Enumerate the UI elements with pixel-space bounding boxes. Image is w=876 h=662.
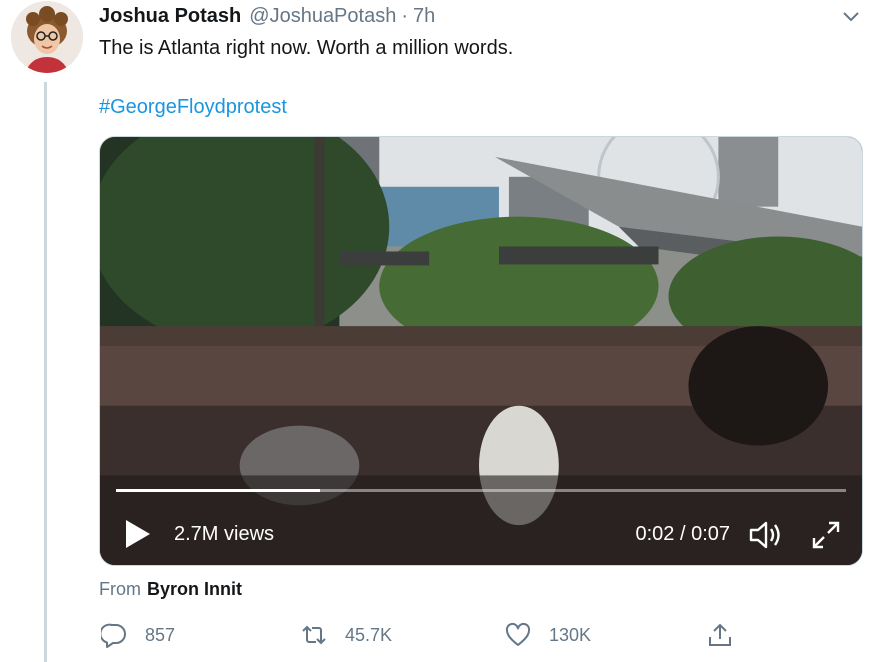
video-timecode: 0:02 / 0:07 xyxy=(635,523,730,545)
share-icon xyxy=(709,623,731,646)
attribution-prefix: From xyxy=(99,579,141,599)
video-progress-fill xyxy=(116,489,321,492)
share-button[interactable] xyxy=(707,620,751,650)
tweet-header: Joshua Potash @JoshuaPotash · 7h xyxy=(99,3,435,29)
display-name[interactable]: Joshua Potash xyxy=(99,5,241,28)
retweet-icon xyxy=(302,625,326,645)
thread-line xyxy=(44,82,47,662)
video-frame xyxy=(100,137,862,565)
separator-dot: · xyxy=(401,4,408,27)
avatar[interactable] xyxy=(11,1,83,73)
tweet-text: The is Atlanta right now. Worth a millio… xyxy=(99,37,514,59)
video-progress-bar[interactable] xyxy=(116,489,846,492)
fullscreen-icon[interactable] xyxy=(810,519,842,551)
video-player[interactable]: 2.7M views 0:02 / 0:07 xyxy=(99,136,863,566)
tweet-actions: 857 45.7K 130K xyxy=(99,620,759,650)
caret-down-icon[interactable] xyxy=(840,6,862,26)
reply-button[interactable]: 857 xyxy=(101,620,175,650)
like-icon xyxy=(505,622,531,646)
view-count: 2.7M views xyxy=(174,523,275,545)
reply-icon xyxy=(101,623,126,648)
video-attribution: From Byron Innit xyxy=(99,579,242,600)
like-button[interactable]: 130K xyxy=(505,620,591,650)
play-icon[interactable] xyxy=(120,517,154,551)
user-handle[interactable]: @JoshuaPotash xyxy=(249,5,396,28)
tweet-time[interactable]: 7h xyxy=(413,5,435,28)
volume-icon[interactable] xyxy=(748,519,784,551)
hashtag-link[interactable]: #GeorgeFloydprotest xyxy=(99,94,287,120)
retweet-count: 45.7K xyxy=(345,624,393,645)
like-count: 130K xyxy=(549,624,592,645)
avatar-image xyxy=(11,1,83,73)
video-controls: 2.7M views 0:02 / 0:07 xyxy=(100,507,862,563)
attribution-name[interactable]: Byron Innit xyxy=(147,579,242,599)
reply-count: 857 xyxy=(145,624,176,645)
retweet-button[interactable]: 45.7K xyxy=(301,620,392,650)
